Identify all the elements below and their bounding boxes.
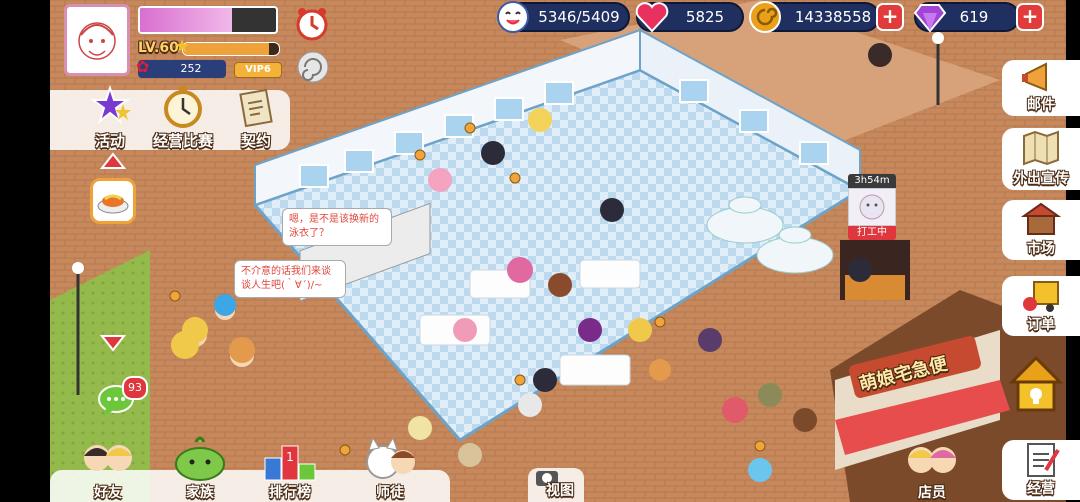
mail-button[interactable]: 邮件	[1002, 60, 1080, 116]
smiley-icon	[497, 1, 529, 33]
shell-button[interactable]	[296, 50, 330, 84]
chat-unread-badge: 93	[122, 376, 148, 400]
chevron-down-icon	[100, 335, 126, 352]
recipe-button[interactable]	[90, 178, 136, 224]
alarm-clock-icon	[296, 8, 328, 41]
contract-label: 契约	[240, 132, 271, 150]
hearts-counter: 5825	[635, 2, 744, 33]
player-avatar[interactable]	[64, 4, 130, 76]
stamina-level-bar	[182, 42, 280, 56]
megaphone-icon	[1022, 62, 1047, 92]
mentor-label: 师徒	[376, 485, 404, 501]
contract-button[interactable]: 契约	[228, 84, 284, 150]
gold-coin-icon	[749, 1, 781, 33]
green-blob-icon	[175, 436, 225, 481]
mentor-button[interactable]: 师徒	[350, 436, 430, 502]
ranking-label: 排行榜	[269, 485, 311, 501]
shell-icon	[297, 51, 329, 83]
scroll-up-arrow[interactable]	[100, 152, 126, 170]
star-icon: ★	[174, 36, 191, 57]
view-label: 视图	[546, 483, 574, 499]
speech-bubble-talk: 不介意的话我们来谈谈人生吧(｀∀´)/~	[234, 260, 346, 298]
family-label: 家族	[186, 485, 214, 501]
activity-button[interactable]: 活动	[80, 84, 140, 150]
delivery-box-icon	[1023, 281, 1059, 312]
mail-label: 邮件	[1027, 97, 1055, 113]
friends-icon	[84, 445, 132, 471]
gem-icon	[913, 4, 947, 33]
speech-bubble-swimsuit: 嗯，是不是该换新的泳衣了？	[282, 208, 392, 246]
rose-count: 252	[180, 62, 202, 75]
lucky-cat-icon	[366, 436, 415, 479]
friends-label: 好友	[94, 485, 122, 501]
svg-text:1: 1	[286, 450, 294, 464]
vip-label: VIP6	[245, 64, 271, 75]
activity-label: 活动	[94, 132, 125, 150]
stamina-level-fill	[183, 43, 270, 55]
stars-wand-icon	[89, 84, 131, 124]
contest-button[interactable]: 经营比赛	[146, 84, 220, 150]
rose-counter: ✿ 252	[136, 57, 226, 78]
alarm-clock-button[interactable]	[294, 6, 330, 42]
promo-label: 外出宣传	[1013, 171, 1069, 187]
vip-badge[interactable]: VIP6	[234, 62, 282, 78]
gold-value: 14338558	[794, 8, 872, 26]
market-label: 市场	[1027, 241, 1055, 257]
gems-counter: 619	[913, 2, 1020, 33]
orders-button[interactable]: 订单	[1002, 276, 1080, 336]
player-panel: LV.60 ★ ✿ 252 VIP6	[58, 0, 286, 84]
market-stall-icon	[1020, 202, 1062, 235]
work-timer-card[interactable]: 3h54m 打工中	[848, 174, 896, 240]
home-button[interactable]	[1008, 352, 1064, 418]
orders-label: 订单	[1027, 317, 1055, 333]
heart-icon	[635, 2, 669, 33]
experience-bar	[138, 6, 278, 34]
work-timer: 3h54m	[848, 174, 896, 188]
clipboard-icon	[1027, 443, 1060, 477]
rose-icon: ✿	[136, 57, 150, 76]
gold-counter: 14338558	[749, 1, 880, 33]
scroll-icon	[239, 88, 273, 128]
family-button[interactable]: 家族	[164, 436, 236, 502]
map-icon	[1023, 130, 1059, 166]
promo-button[interactable]: 外出宣传	[1002, 128, 1080, 190]
staff-button[interactable]: 店员	[896, 436, 968, 502]
stamina-counter: 5346/5409	[497, 1, 630, 33]
staff-icon	[908, 447, 956, 473]
friends-button[interactable]: 好友	[70, 436, 146, 502]
stamina-value: 5346/5409	[538, 8, 620, 26]
gems-value: 619	[959, 8, 989, 26]
chevron-up-icon	[100, 152, 126, 169]
work-status: 打工中	[848, 226, 896, 240]
manage-label: 经营	[1027, 481, 1055, 497]
pocket-watch-icon	[164, 86, 202, 128]
podium-icon: 1	[264, 445, 316, 481]
house-icon	[1008, 355, 1064, 412]
add-gold-button[interactable]: +	[876, 3, 904, 31]
add-gems-button[interactable]: +	[1016, 3, 1044, 31]
view-button[interactable]: 视图	[528, 468, 584, 502]
player-level: LV.60	[138, 40, 179, 56]
scroll-down-arrow[interactable]	[100, 334, 126, 352]
ranking-button[interactable]: 1 排行榜	[252, 436, 328, 502]
hearts-value: 5825	[685, 8, 725, 26]
contest-label: 经营比赛	[152, 132, 213, 150]
manage-button[interactable]: 经营	[1002, 440, 1080, 500]
worker-portrait	[848, 188, 896, 226]
staff-label: 店员	[918, 485, 946, 501]
experience-fill	[140, 8, 233, 32]
market-button[interactable]: 市场	[1002, 200, 1080, 260]
dish-icon	[97, 194, 129, 214]
